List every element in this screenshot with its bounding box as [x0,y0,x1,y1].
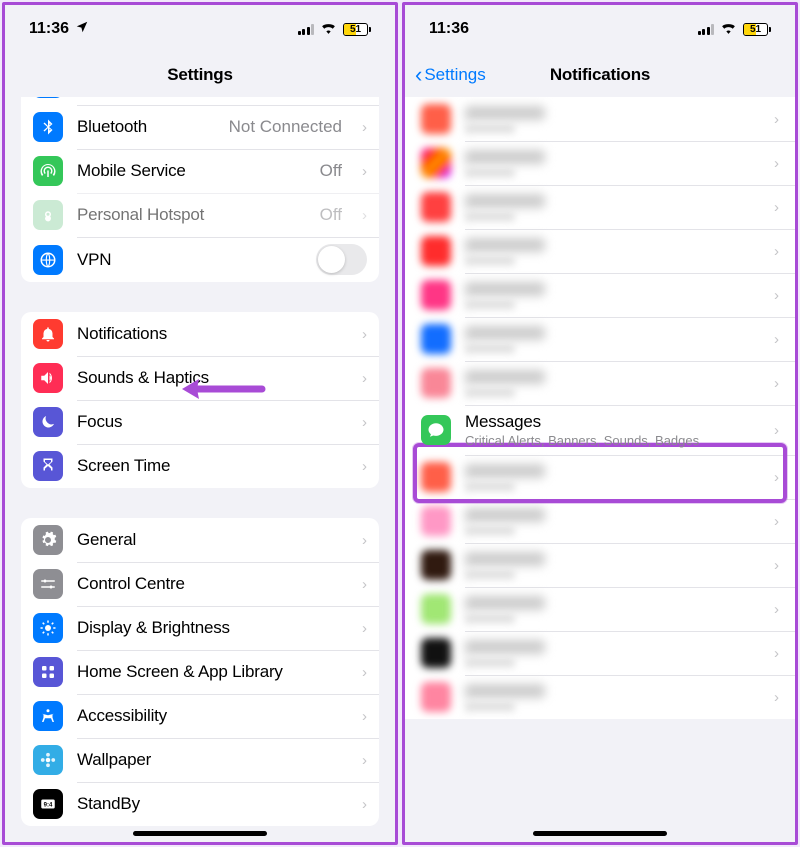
gear-icon [33,525,63,555]
settings-screen: 11:36 51 Settings Blu [2,2,398,845]
row-general[interactable]: General › [21,518,379,562]
row-bluetooth[interactable]: Bluetooth Not Connected › [21,105,379,149]
row-home-screen[interactable]: Home Screen & App Library › [21,650,379,694]
svg-text:9:4: 9:4 [44,802,53,808]
status-bar: 11:36 51 [405,5,795,53]
wifi-icon [720,21,737,38]
app-row-blurred[interactable]: ..› [405,455,795,499]
messages-icon [421,415,451,445]
settings-group-connectivity: Bluetooth Not Connected › Mobile Service… [21,97,379,282]
app-row-blurred[interactable]: ..› [405,97,795,141]
apps-grid-icon [33,657,63,687]
vpn-toggle[interactable] [316,244,367,275]
row-wallpaper[interactable]: Wallpaper › [21,738,379,782]
battery-icon: 51 [743,23,771,36]
sun-icon [33,613,63,643]
hourglass-icon [33,451,63,481]
globe-icon [33,245,63,275]
chevron-right-icon: › [362,796,367,813]
chevron-right-icon: › [362,532,367,549]
clock-icon: 9:4 [33,789,63,819]
nav-bar: Settings [5,53,395,97]
status-bar: 11:36 51 [5,5,395,53]
app-row-blurred[interactable]: ..› [405,273,795,317]
app-row-blurred[interactable]: ..› [405,361,795,405]
chevron-right-icon: › [362,576,367,593]
chevron-right-icon: › [362,752,367,769]
app-row-blurred[interactable]: ..› [405,229,795,273]
row-vpn[interactable]: VPN [21,237,379,282]
chevron-right-icon: › [362,207,367,224]
home-indicator[interactable] [533,831,667,836]
chevron-right-icon: › [362,414,367,431]
bell-icon [33,319,63,349]
chevron-right-icon: › [362,708,367,725]
row-screen-time[interactable]: Screen Time › [21,444,379,488]
app-row-blurred[interactable]: ..› [405,631,795,675]
app-row-blurred[interactable]: ..› [405,675,795,719]
app-row-blurred[interactable]: ..› [405,543,795,587]
app-row-blurred[interactable]: ..› [405,499,795,543]
chevron-left-icon: ‹ [415,64,422,86]
settings-group-notifications: Notifications › Sounds & Haptics › Focus… [21,312,379,488]
row-personal-hotspot[interactable]: Personal Hotspot Off › [21,193,379,237]
page-title: Settings [167,65,232,85]
app-row-blurred[interactable]: ..› [405,185,795,229]
wifi-row-icon [33,97,63,98]
battery-icon: 51 [343,23,371,36]
home-indicator[interactable] [133,831,267,836]
nav-bar: ‹ Settings Notifications [405,53,795,97]
chevron-right-icon: › [774,422,779,439]
chevron-right-icon: › [362,370,367,387]
app-row-blurred[interactable]: ..› [405,587,795,631]
row-wifi-partial[interactable] [21,97,379,105]
row-sounds-haptics[interactable]: Sounds & Haptics › [21,356,379,400]
row-control-centre[interactable]: Control Centre › [21,562,379,606]
row-standby[interactable]: 9:4 StandBy › [21,782,379,826]
back-button[interactable]: ‹ Settings [415,64,486,86]
chevron-right-icon: › [362,326,367,343]
antenna-icon [33,156,63,186]
wifi-icon [320,21,337,38]
row-messages[interactable]: Messages Critical Alerts, Banners, Sound… [405,405,795,455]
chevron-right-icon: › [362,664,367,681]
chevron-right-icon: › [362,119,367,136]
notifications-app-list: ..› ..› ..› ..› ..› ..› ..› Messages Cri… [405,97,795,719]
bluetooth-icon [33,112,63,142]
app-row-blurred[interactable]: ..› [405,317,795,361]
row-notifications[interactable]: Notifications › [21,312,379,356]
hotspot-icon [33,200,63,230]
row-display-brightness[interactable]: Display & Brightness › [21,606,379,650]
settings-group-general: General › Control Centre › Display & Bri… [21,518,379,826]
sliders-icon [33,569,63,599]
row-focus[interactable]: Focus › [21,400,379,444]
status-time: 11:36 [29,20,69,38]
app-row-blurred[interactable]: ..› [405,141,795,185]
speaker-icon [33,363,63,393]
location-icon [75,20,89,39]
cellular-signal-icon [298,24,315,35]
page-title: Notifications [550,65,650,85]
moon-icon [33,407,63,437]
row-mobile-service[interactable]: Mobile Service Off › [21,149,379,193]
status-time: 11:36 [429,20,469,38]
flower-icon [33,745,63,775]
accessibility-icon [33,701,63,731]
chevron-right-icon: › [362,163,367,180]
chevron-right-icon: › [362,620,367,637]
notifications-screen: 11:36 51 ‹ Settings Notifications ..› ..… [402,2,798,845]
row-accessibility[interactable]: Accessibility › [21,694,379,738]
cellular-signal-icon [698,24,715,35]
chevron-right-icon: › [362,458,367,475]
